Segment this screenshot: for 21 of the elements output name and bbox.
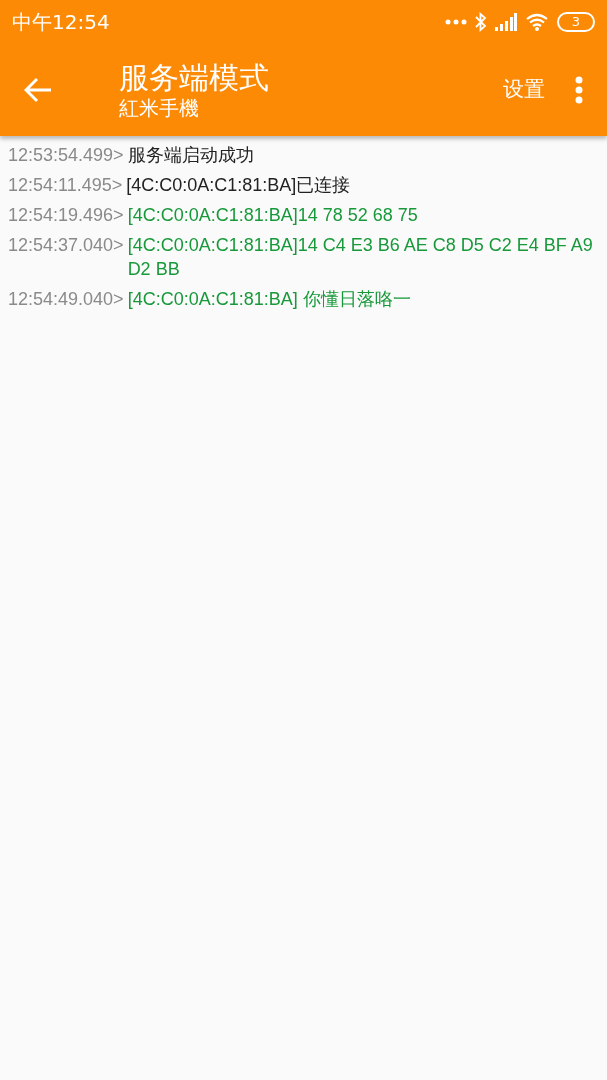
log-message: [4C:C0:0A:C1:81:BA]14 78 52 68 75 (127, 204, 418, 227)
signal-icon (495, 13, 517, 31)
wifi-icon (525, 13, 549, 31)
settings-button[interactable]: 设置 (497, 73, 551, 107)
log-message: [4C:C0:0A:C1:81:BA]已连接 (126, 174, 351, 197)
screen-title: 服务端模式 (119, 60, 269, 96)
log-message: 服务端启动成功 (127, 144, 254, 167)
status-time: 中午12:54 (12, 9, 110, 36)
battery-indicator: 3 (557, 12, 595, 32)
back-arrow-icon[interactable] (24, 77, 52, 103)
log-message: [4C:C0:0A:C1:81:BA]14 C4 E3 B6 AE C8 D5 C2 E4 BF A9 D2 BB (127, 234, 594, 281)
overflow-menu-icon[interactable] (575, 76, 583, 104)
log-timestamp: 12:54:49.040> (8, 288, 124, 311)
screen-subtitle: 紅米手機 (119, 96, 200, 120)
log-timestamp: 12:54:11.495> (8, 174, 123, 197)
more-dots-icon (445, 19, 467, 25)
log-timestamp: 12:53:54.499> (8, 144, 124, 167)
log-timestamp: 12:54:37.040> (8, 234, 124, 257)
log-message: [4C:C0:0A:C1:81:BA] 你懂日落咯一 (127, 288, 411, 311)
bluetooth-icon (475, 12, 487, 32)
log-timestamp: 12:54:19.496> (8, 204, 124, 227)
